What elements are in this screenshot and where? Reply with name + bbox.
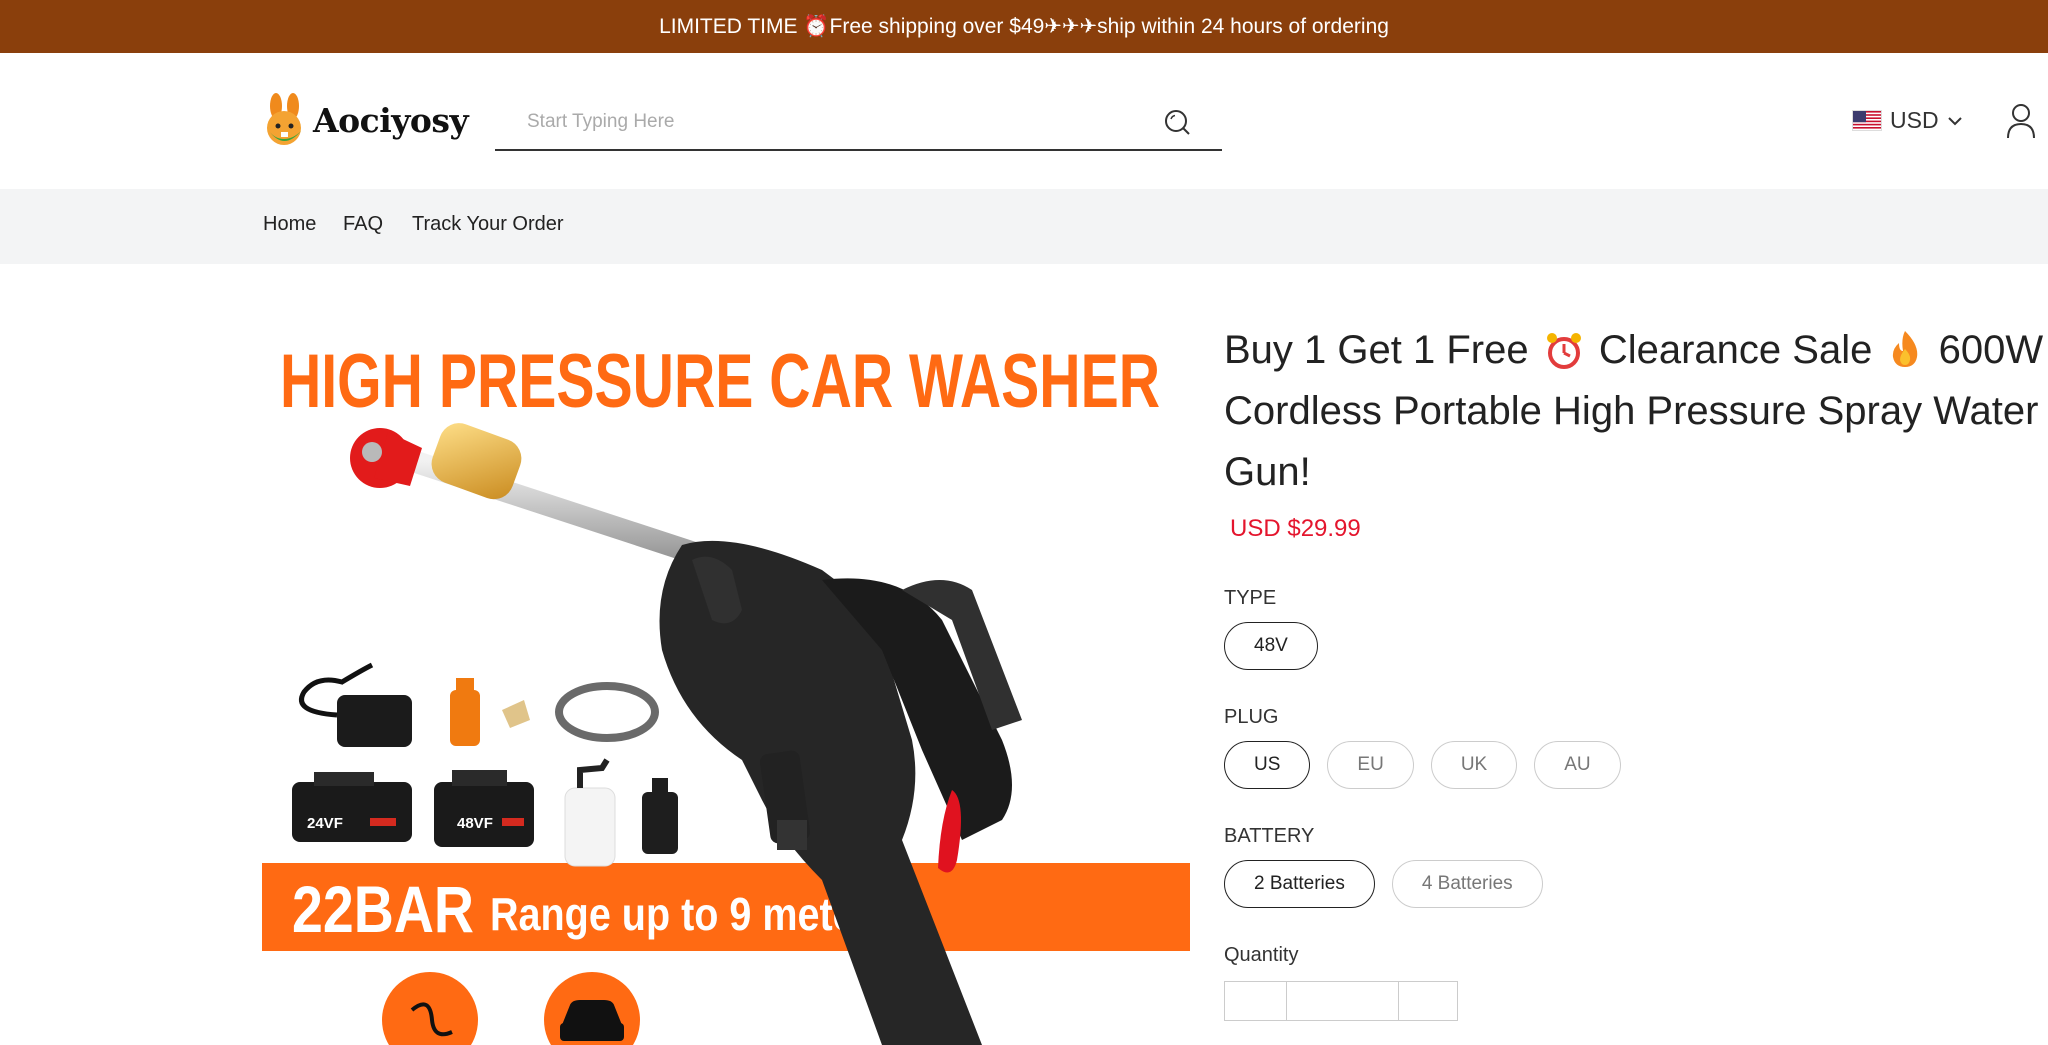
rabbit-logo-icon (267, 93, 301, 145)
product-price: USD $29.99 (1230, 515, 1361, 542)
chevron-down-icon (1947, 116, 1962, 125)
search-bar (495, 95, 1222, 151)
option-label-plug: PLUG (1224, 706, 1279, 728)
search-input[interactable] (495, 98, 1135, 146)
nav-faq[interactable]: FAQ (343, 213, 383, 236)
image-banner-big: 22BAR (292, 872, 474, 946)
alarm-clock-icon (1546, 333, 1581, 369)
announcement-text: LIMITED TIME ⏰Free shipping over $49✈✈✈s… (659, 15, 1389, 38)
currency-label: USD (1890, 107, 1939, 133)
option-group-type: 48V (1224, 622, 2024, 670)
site-header: Aociyosy USD (0, 53, 2048, 189)
hose-accessory (555, 682, 659, 742)
nav-track-order[interactable]: Track Your Order (412, 213, 564, 236)
battery-24v: 24VF (292, 772, 412, 842)
option-label-battery: BATTERY (1224, 825, 1315, 847)
quantity-decrease-button[interactable] (1225, 982, 1287, 1020)
battery-48v: 48VF (434, 770, 534, 847)
svg-text:24VF: 24VF (307, 815, 343, 832)
quantity-label: Quantity (1224, 944, 1299, 966)
currency-selector[interactable]: USD (1852, 107, 1963, 134)
feature-icon-charger (382, 972, 478, 1045)
quantity-input[interactable] (1287, 982, 1399, 1020)
search-icon[interactable] (1162, 107, 1192, 137)
option-group-battery: 2 Batteries 4 Batteries (1224, 860, 2024, 908)
svg-text:48VF: 48VF (457, 815, 493, 832)
logo[interactable]: Aociyosy (263, 93, 469, 147)
option-battery-2[interactable]: 2 Batteries (1224, 860, 1375, 908)
option-plug-eu[interactable]: EU (1327, 741, 1414, 789)
logo-text: Aociyosy (313, 100, 469, 140)
main-nav: Home FAQ Track Your Order (0, 189, 2048, 264)
foam-bottle (564, 758, 616, 867)
product-info: Buy 1 Get 1 Free Clearance Sale 600W Cor… (1224, 320, 2043, 1021)
quantity-stepper[interactable] (1224, 981, 1458, 1021)
account-icon[interactable] (2005, 103, 2037, 139)
title-part-1: Buy 1 Get 1 Free (1224, 328, 1529, 372)
option-type-48v[interactable]: 48V (1224, 622, 1318, 670)
option-plug-uk[interactable]: UK (1430, 741, 1518, 789)
option-label-type: TYPE (1224, 587, 1277, 609)
nozzle-accessory (450, 678, 530, 746)
option-group-plug: US EU UK AU (1224, 741, 2024, 789)
option-plug-au[interactable]: AU (1534, 741, 1621, 789)
fire-icon (1893, 331, 1918, 367)
option-plug-us[interactable]: US (1224, 741, 1311, 789)
feature-icon-car (544, 972, 640, 1045)
nav-home[interactable]: Home (263, 213, 316, 236)
announcement-bar: LIMITED TIME ⏰Free shipping over $49✈✈✈s… (0, 0, 2048, 53)
option-battery-4[interactable]: 4 Batteries (1391, 860, 1543, 908)
product-image[interactable]: HIGH PRESSURE CAR WASHER 22BAR Range up … (262, 320, 1190, 1045)
charger-accessory (299, 662, 412, 747)
product-title: Buy 1 Get 1 Free Clearance Sale 600W Cor… (1224, 320, 2044, 503)
filter-accessory (642, 778, 678, 854)
title-part-2: Clearance Sale (1598, 328, 1873, 372)
image-headline: HIGH PRESSURE CAR WASHER (280, 339, 1160, 424)
us-flag-icon (1852, 110, 1882, 131)
